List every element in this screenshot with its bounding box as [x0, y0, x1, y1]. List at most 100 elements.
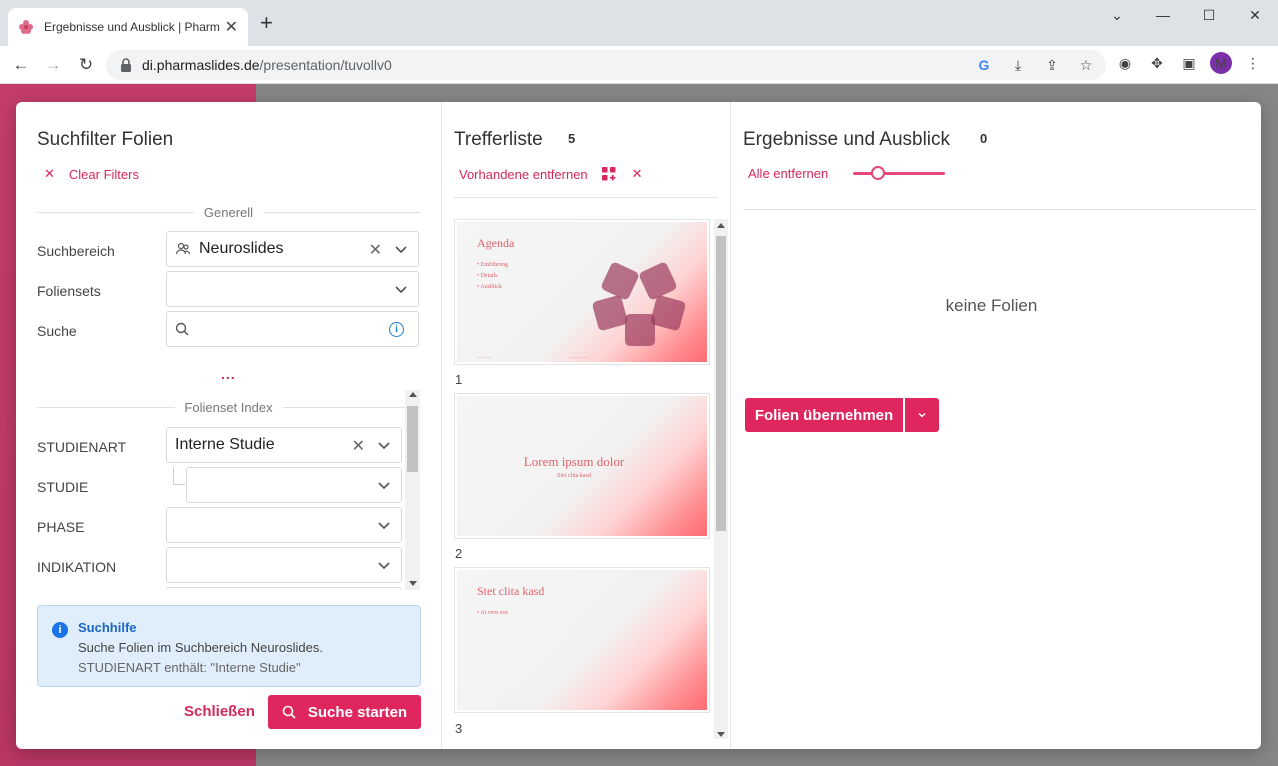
window-close-icon[interactable]: ✕ [1232, 0, 1278, 30]
google-icon[interactable]: G [974, 55, 994, 75]
remove-all-button[interactable]: Alle entfernen [748, 166, 828, 181]
new-tab-icon[interactable]: + [260, 12, 273, 34]
search-input[interactable]: i [166, 311, 419, 347]
tab-close-icon[interactable]: ✕ [225, 17, 238, 37]
share-icon[interactable]: ⇪ [1042, 55, 1062, 75]
sub-field-connector [173, 467, 185, 485]
omnibox-icons: G ⤓ ⇪ ☆ [974, 55, 1096, 75]
studienart-value: Interne Studie [175, 436, 275, 453]
slide-number: 3 [455, 721, 463, 736]
outcome-title: Ergebnisse und Ausblick [743, 129, 951, 150]
start-search-button[interactable]: Suche starten [268, 695, 421, 729]
results-actions: Vorhandene entfernen ✕ [459, 166, 643, 182]
filter-panel: Suchfilter Folien ✕ Clear Filters Genere… [16, 102, 441, 749]
indikation-select[interactable] [166, 547, 402, 583]
take-slides-dropdown[interactable] [905, 398, 939, 432]
chevron-down-icon[interactable] [394, 242, 408, 256]
extension-icons: ◉ ✥ ▣ M ⋮ [1114, 52, 1264, 74]
phase-select[interactable] [166, 507, 402, 543]
scroll-down-icon[interactable] [409, 581, 417, 586]
install-icon[interactable]: ⤓ [1008, 55, 1028, 75]
index-field-label: STUDIE [37, 479, 89, 495]
thumbnail-size-slider[interactable] [853, 166, 945, 180]
reload-icon[interactable]: ↻ [73, 52, 99, 78]
chevron-down-icon[interactable] [377, 558, 391, 572]
browser-tab[interactable]: Ergebnisse und Ausblick | Pharm ✕ [8, 8, 248, 46]
slide-canvas: Lorem ipsum dolor Stet clita kasd [457, 396, 707, 536]
results-title: Trefferliste [454, 129, 543, 150]
window-controls: ⌄ — ☐ ✕ [1094, 0, 1278, 30]
sidepanel-icon[interactable]: ▣ [1178, 52, 1200, 74]
filters-scrollbar[interactable] [405, 390, 420, 590]
studienart-select[interactable]: Interne Studie ✕ [166, 427, 402, 463]
slide-title: Lorem ipsum dolor [523, 454, 625, 469]
minimize-icon[interactable]: — [1140, 0, 1186, 30]
clear-selection-icon[interactable]: ✕ [369, 240, 382, 260]
search-label: Suche [37, 323, 77, 339]
remove-existing-button[interactable]: Vorhandene entfernen [459, 167, 588, 182]
slidesets-select[interactable] [166, 271, 419, 307]
slide-footer: — — — — [569, 354, 588, 359]
results-scrollbar[interactable] [714, 219, 728, 739]
results-panel: Trefferliste 5 Vorhandene entfernen ✕ Ag… [441, 102, 731, 749]
search-area-label: Suchbereich [37, 243, 115, 259]
puzzle-icon[interactable]: ✥ [1146, 52, 1168, 74]
section-index: Folienset Index [37, 400, 420, 415]
studie-select[interactable] [186, 467, 402, 503]
forward-icon[interactable]: → [40, 52, 66, 78]
scrollbar-thumb[interactable] [716, 236, 726, 531]
slide-bullet: • Einführung [477, 262, 508, 268]
slide-number: 2 [455, 546, 463, 561]
back-icon[interactable]: ← [8, 52, 34, 78]
clear-filters-button[interactable]: ✕ Clear Filters [44, 166, 139, 182]
slide-canvas: Agenda • Einführung • Details • Ausblick… [457, 222, 707, 362]
close-button[interactable]: Schließen [184, 703, 255, 720]
extension-app-icon[interactable]: ◉ [1114, 52, 1136, 74]
chevron-down-icon[interactable] [377, 438, 391, 452]
outcome-count: 0 [980, 131, 988, 146]
search-area-select[interactable]: Neuroslides ✕ [166, 231, 419, 267]
take-slides-button[interactable]: Folien übernehmen [745, 398, 903, 432]
scroll-up-icon[interactable] [409, 392, 417, 397]
scroll-up-icon[interactable] [717, 223, 725, 228]
add-all-grid-icon[interactable] [601, 167, 616, 181]
outcome-panel: Ergebnisse und Ausblick 0 Alle entfernen… [731, 102, 1261, 749]
slider-handle[interactable] [871, 166, 885, 180]
index-field-label: STUDIENART [37, 439, 127, 455]
tab-title: Ergebnisse und Ausblick | Pharm [44, 20, 220, 34]
divider [743, 209, 1257, 210]
tab-search-icon[interactable]: ⌄ [1094, 0, 1140, 30]
profile-avatar[interactable]: M [1210, 52, 1232, 74]
flower-logo-icon [592, 262, 686, 346]
group-icon [175, 242, 191, 255]
slide-thumbnail[interactable]: Stet clita kasd • At vero eos [454, 567, 710, 713]
bookmark-star-icon[interactable]: ☆ [1076, 55, 1096, 75]
next-index-select[interactable] [166, 587, 402, 590]
info-icon[interactable]: i [389, 322, 404, 337]
help-criteria: STUDIENART enthält: "Interne Studie" [78, 660, 301, 675]
index-field-label: PHASE [37, 519, 85, 535]
chevron-down-icon [918, 412, 926, 418]
help-text: Suche Folien im Suchbereich Neuroslides. [78, 640, 323, 655]
address-bar[interactable]: di.pharmaslides.de/presentation/tuvollv0… [106, 50, 1106, 80]
more-filters-button[interactable]: ... [221, 366, 236, 382]
flower-favicon-icon [19, 20, 33, 34]
maximize-icon[interactable]: ☐ [1186, 0, 1232, 30]
scroll-down-icon[interactable] [717, 732, 725, 737]
browser-toolbar: ← → ↻ di.pharmaslides.de/presentation/tu… [0, 46, 1278, 84]
clear-selection-icon[interactable]: ✕ [352, 436, 365, 456]
chevron-down-icon[interactable] [377, 478, 391, 492]
chevron-down-icon[interactable] [394, 282, 408, 296]
remove-all-icon[interactable]: ✕ [632, 166, 643, 182]
clear-icon: ✕ [44, 166, 55, 181]
search-icon [282, 705, 296, 719]
chevron-down-icon[interactable] [377, 518, 391, 532]
info-icon: i [52, 622, 68, 638]
slide-thumbnail[interactable]: Agenda • Einführung • Details • Ausblick… [454, 219, 710, 365]
slide-thumbnail[interactable]: Lorem ipsum dolor Stet clita kasd [454, 393, 710, 539]
scrollbar-thumb[interactable] [407, 406, 418, 472]
menu-kebab-icon[interactable]: ⋮ [1242, 52, 1264, 74]
slide-canvas: Stet clita kasd • At vero eos [457, 570, 707, 710]
index-filters-scroll: Folienset Index STUDIENART Interne Studi… [16, 390, 420, 590]
section-general: Generell [37, 205, 420, 220]
